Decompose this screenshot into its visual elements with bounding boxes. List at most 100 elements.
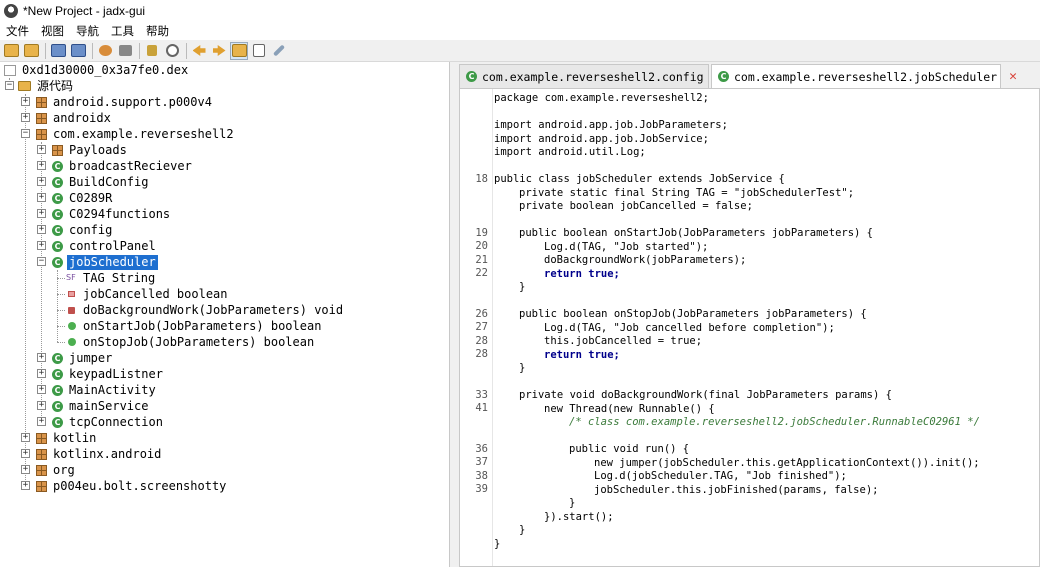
code-text: return true;: [544, 268, 620, 280]
private-method-icon: [68, 306, 75, 314]
tree-node-class[interactable]: C C0289R: [52, 190, 114, 206]
open-icon: [3, 44, 19, 57]
menu-navigate[interactable]: 导航: [70, 23, 105, 39]
sync-button[interactable]: [96, 42, 114, 60]
code-line: }: [569, 496, 575, 510]
line-number: 28: [475, 335, 488, 347]
log-viewer-button[interactable]: [250, 42, 268, 60]
expand-toggle[interactable]: +: [37, 417, 46, 426]
tree-node-source-folder[interactable]: 源代码: [18, 78, 75, 94]
tree-node-package[interactable]: kotlin: [36, 430, 98, 446]
expand-toggle[interactable]: +: [37, 385, 46, 394]
expand-toggle[interactable]: +: [21, 97, 30, 106]
code-text: package com.example.reverseshell2;: [494, 92, 709, 104]
tree-node-field[interactable]: SF TAG String: [66, 270, 157, 286]
forward-button[interactable]: [210, 42, 228, 60]
code-text: import android.app.job.JobService;: [494, 133, 709, 145]
tree-node-package[interactable]: androidx: [36, 110, 113, 126]
tree-node-class[interactable]: C broadcastReciever: [52, 158, 194, 174]
collapse-toggle[interactable]: −: [37, 257, 46, 266]
tab-config[interactable]: C com.example.reverseshell2.config ✕: [459, 64, 723, 88]
menu-file[interactable]: 文件: [0, 23, 35, 39]
expand-toggle[interactable]: +: [37, 369, 46, 378]
collapse-toggle[interactable]: −: [5, 81, 14, 90]
close-icon[interactable]: ✕: [1009, 70, 1017, 83]
tree-node-class[interactable]: C tcpConnection: [52, 414, 165, 430]
save-button[interactable]: [22, 42, 40, 60]
expand-toggle[interactable]: +: [37, 145, 46, 154]
collapse-toggle[interactable]: −: [21, 129, 30, 138]
code-text: }: [519, 281, 526, 293]
project-tree[interactable]: 0xd1d30000_0x3a7fe0.dex − 源代码 + android.…: [0, 62, 450, 567]
copy-button[interactable]: [49, 42, 67, 60]
code-line: private void doBackgroundWork(final JobP…: [519, 388, 892, 402]
tree-node-class[interactable]: C MainActivity: [52, 382, 158, 398]
search-button[interactable]: [143, 42, 161, 60]
expand-toggle[interactable]: +: [37, 353, 46, 362]
tree-node-package[interactable]: com.example.reverseshell2: [36, 126, 236, 142]
code-line: private static final String TAG = "jobSc…: [519, 186, 854, 200]
tree-node-class[interactable]: C config: [52, 222, 114, 238]
code-line: import android.util.Log;: [494, 145, 646, 159]
expand-toggle[interactable]: +: [37, 177, 46, 186]
tree-node-class[interactable]: C C0294functions: [52, 206, 172, 222]
menu-view[interactable]: 视图: [35, 23, 70, 39]
expand-toggle[interactable]: +: [37, 401, 46, 410]
expand-toggle[interactable]: +: [37, 241, 46, 250]
tree-node-class[interactable]: C controlPanel: [52, 238, 158, 254]
code-text: private boolean jobCancelled = false;: [519, 200, 753, 212]
menu-tools[interactable]: 工具: [105, 23, 140, 39]
open-button[interactable]: [2, 42, 20, 60]
tab-jobscheduler[interactable]: C com.example.reverseshell2.jobScheduler…: [711, 64, 1017, 88]
tree-node-package[interactable]: org: [36, 462, 77, 478]
expand-toggle[interactable]: +: [37, 193, 46, 202]
tree-node-label: C0289R: [69, 190, 113, 205]
expand-toggle[interactable]: +: [21, 465, 30, 474]
tree-node-package[interactable]: p004eu.bolt.screenshotty: [36, 478, 228, 494]
expand-toggle[interactable]: +: [21, 433, 30, 442]
code-text: Log.d(TAG, "Job cancelled before complet…: [544, 322, 835, 334]
expand-toggle[interactable]: +: [21, 113, 30, 122]
deobfuscate-button[interactable]: [116, 42, 134, 60]
tree-node-class[interactable]: C keypadListner: [52, 366, 165, 382]
paste-button[interactable]: [69, 42, 87, 60]
back-icon: [192, 45, 206, 56]
tree-node-class[interactable]: C jumper: [52, 350, 114, 366]
expand-toggle[interactable]: +: [21, 449, 30, 458]
code-text: }: [519, 524, 526, 536]
find-class-button[interactable]: [163, 42, 181, 60]
code-line: }: [519, 523, 525, 537]
tree-node-label: jobScheduler: [67, 254, 158, 270]
tree-node-label: jobCancelled boolean: [83, 286, 228, 301]
tree-node-dex[interactable]: 0xd1d30000_0x3a7fe0.dex: [4, 62, 190, 78]
tree-node-field[interactable]: jobCancelled boolean: [66, 286, 230, 302]
expand-toggle[interactable]: +: [37, 161, 46, 170]
tree-node-method[interactable]: onStopJob(JobParameters) boolean: [66, 334, 316, 350]
line-number: 37: [475, 456, 488, 468]
tree-node-class[interactable]: C mainService: [52, 398, 150, 414]
preferences-button[interactable]: [270, 42, 288, 60]
class-icon: C: [52, 256, 63, 268]
menu-help[interactable]: 帮助: [140, 23, 175, 39]
expand-toggle[interactable]: +: [37, 225, 46, 234]
code-line: /* class com.example.reverseshell2.jobSc…: [569, 415, 980, 429]
code-editor[interactable]: 18 19 20 21 22 26 27 28 28 33 41 36 37 3…: [459, 88, 1040, 567]
tree-node-class-selected[interactable]: C jobScheduler: [52, 254, 158, 270]
tree-node-package[interactable]: kotlinx.android: [36, 446, 163, 462]
tree-node-label: androidx: [53, 110, 111, 125]
flatten-packages-button[interactable]: [230, 41, 248, 60]
expand-toggle[interactable]: +: [37, 209, 46, 218]
toolbar-separator: [92, 42, 93, 59]
package-icon: [36, 464, 47, 476]
expand-toggle[interactable]: +: [21, 481, 30, 490]
tree-node-label: onStopJob(JobParameters) boolean: [83, 334, 315, 349]
tree-node-class[interactable]: C BuildConfig: [52, 174, 150, 190]
code-line: }: [519, 361, 525, 375]
tree-node-label: BuildConfig: [69, 174, 149, 189]
tree-node-method[interactable]: doBackgroundWork(JobParameters) void: [66, 302, 345, 318]
back-button[interactable]: [190, 42, 208, 60]
tree-node-package[interactable]: android.support.p000v4: [36, 94, 214, 110]
tree-node-package[interactable]: Payloads: [52, 142, 129, 158]
tree-node-method[interactable]: onStartJob(JobParameters) boolean: [66, 318, 323, 334]
class-icon: C: [52, 384, 63, 396]
